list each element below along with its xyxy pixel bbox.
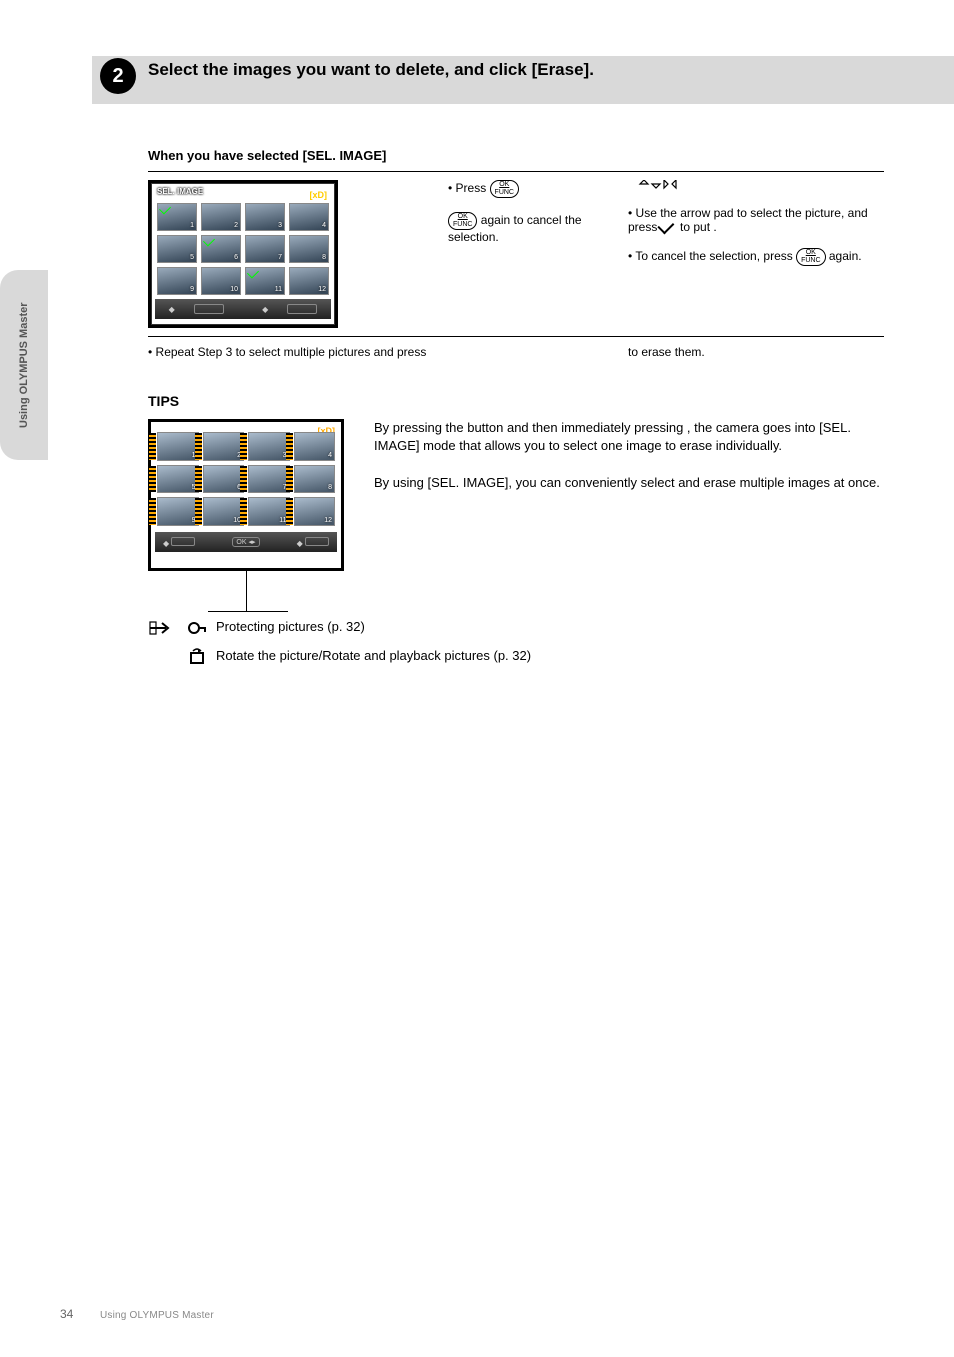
row1-right: • Use the arrow pad to select the pictur… (628, 180, 884, 266)
thumbnail: 12 (294, 497, 336, 526)
note-text-2: Rotate the picture/Rotate and playback p… (216, 648, 884, 663)
cs1-bottom-bar: ◆◆ (155, 299, 331, 319)
thumbnail: 10 (203, 497, 245, 526)
leader-line (246, 571, 247, 611)
cs1-title: SEL. IMAGE (157, 187, 203, 196)
thumbnail: 6 (203, 465, 245, 494)
row2-left: • Repeat Step 3 to select multiple pictu… (148, 345, 448, 359)
row2-text-a: • Repeat Step 3 to select multiple pictu… (148, 345, 426, 359)
side-tab: Using OLYMPUS Master (0, 270, 48, 460)
tips-text: By pressing the button and then immediat… (374, 419, 884, 492)
ok-func-button-icon: OKFUNC (796, 248, 825, 266)
page-number: 34 (60, 1307, 73, 1321)
ok-func-button-icon: OKFUNC (448, 212, 477, 230)
camera-screen-1: SEL. IMAGE [xD] 1 2 3 4 5 6 7 8 9 10 11 (148, 180, 338, 328)
check-icon (247, 266, 259, 278)
thumbnail: 5 (157, 465, 199, 494)
protect-key-icon (186, 619, 208, 640)
thumbnail: 7 (248, 465, 290, 494)
tips-heading: TIPS (148, 393, 884, 409)
ok-func-button-icon: OKFUNC (490, 180, 519, 198)
thumbnail: 1 (157, 432, 199, 461)
thumbnail: 7 (245, 235, 285, 263)
ok-go-indicator: OK◂▸ (232, 537, 259, 547)
mid-text-1: • Press (448, 181, 490, 195)
reference-icon (148, 619, 178, 642)
right-text-5: again. (829, 249, 862, 263)
thumbnail: 1 (157, 203, 197, 231)
tips-heading-wrapper: TIPS (148, 393, 884, 409)
footer-chapter-title: Using OLYMPUS Master (100, 1310, 214, 1321)
page-content: Select the images you want to delete, an… (92, 56, 884, 675)
instruction-row-1: SEL. IMAGE [xD] 1 2 3 4 5 6 7 8 9 10 11 (148, 171, 884, 336)
note-text-1: Protecting pictures (p. 32) (216, 619, 884, 634)
thumbnail: 12 (289, 267, 329, 295)
note-row-2: Rotate the picture/Rotate and playback p… (148, 648, 884, 669)
thumbnail: 5 (157, 235, 197, 263)
row1-left: SEL. IMAGE [xD] 1 2 3 4 5 6 7 8 9 10 11 (148, 180, 448, 328)
check-icon (203, 234, 215, 246)
thumbnail: 10 (201, 267, 241, 295)
thumbnail: 8 (289, 235, 329, 263)
thumbnail: 9 (157, 267, 197, 295)
right-text-4: • To cancel the selection, press (628, 249, 796, 263)
thumbnail: 3 (245, 203, 285, 231)
thumbnail: 2 (201, 203, 241, 231)
note-row-1: Protecting pictures (p. 32) (148, 619, 884, 642)
rotate-icon (186, 648, 208, 669)
tips-screen-wrap: [xD] 1 2 3 4 5 6 7 8 9 10 11 12 (148, 419, 344, 571)
right-text-3: . (713, 220, 716, 234)
right-text-2: to put (680, 220, 713, 234)
camera-screen-2: [xD] 1 2 3 4 5 6 7 8 9 10 11 12 (148, 419, 344, 571)
cs1-thumb-grid: 1 2 3 4 5 6 7 8 9 10 11 12 (155, 203, 331, 295)
section-heading: When you have selected [SEL. IMAGE] (148, 148, 884, 163)
thumbnail: 3 (248, 432, 290, 461)
thumbnail: 4 (294, 432, 336, 461)
row1-mid: • Press OKFUNC OKFUNC again to cancel th… (448, 180, 628, 244)
thumbnail: 6 (201, 235, 241, 263)
thumbnail: 8 (294, 465, 336, 494)
thumbnail: 11 (248, 497, 290, 526)
tips-text-1a: By pressing the (374, 420, 467, 435)
thumbnail: 9 (157, 497, 199, 526)
leader-line-h (208, 611, 288, 612)
step-body: When you have selected [SEL. IMAGE] SEL.… (148, 148, 884, 669)
arrow-pad-icon (628, 180, 718, 206)
thumbnail: 11 (245, 267, 285, 295)
instruction-row-2: • Repeat Step 3 to select multiple pictu… (148, 336, 884, 367)
tips-body: [xD] 1 2 3 4 5 6 7 8 9 10 11 12 (148, 419, 884, 571)
thumbnail: 4 (289, 203, 329, 231)
thumbnail: 2 (203, 432, 245, 461)
cs2-bottom-bar: ◆ OK◂▸ ◆ (155, 532, 337, 552)
step-title: Select the images you want to delete, an… (148, 60, 884, 80)
check-icon (159, 202, 171, 214)
cs2-thumb-grid: 1 2 3 4 5 6 7 8 9 10 11 12 (155, 426, 337, 526)
row2-right: to erase them. (628, 345, 884, 359)
cross-reference-block: Protecting pictures (p. 32) Rotate the p… (148, 619, 884, 669)
tips-text-2: By using [SEL. IMAGE], you can convenien… (374, 475, 880, 490)
row2-text-b: to erase them. (628, 345, 705, 359)
tips-text-1b: button and then immediately pressing (467, 420, 687, 435)
